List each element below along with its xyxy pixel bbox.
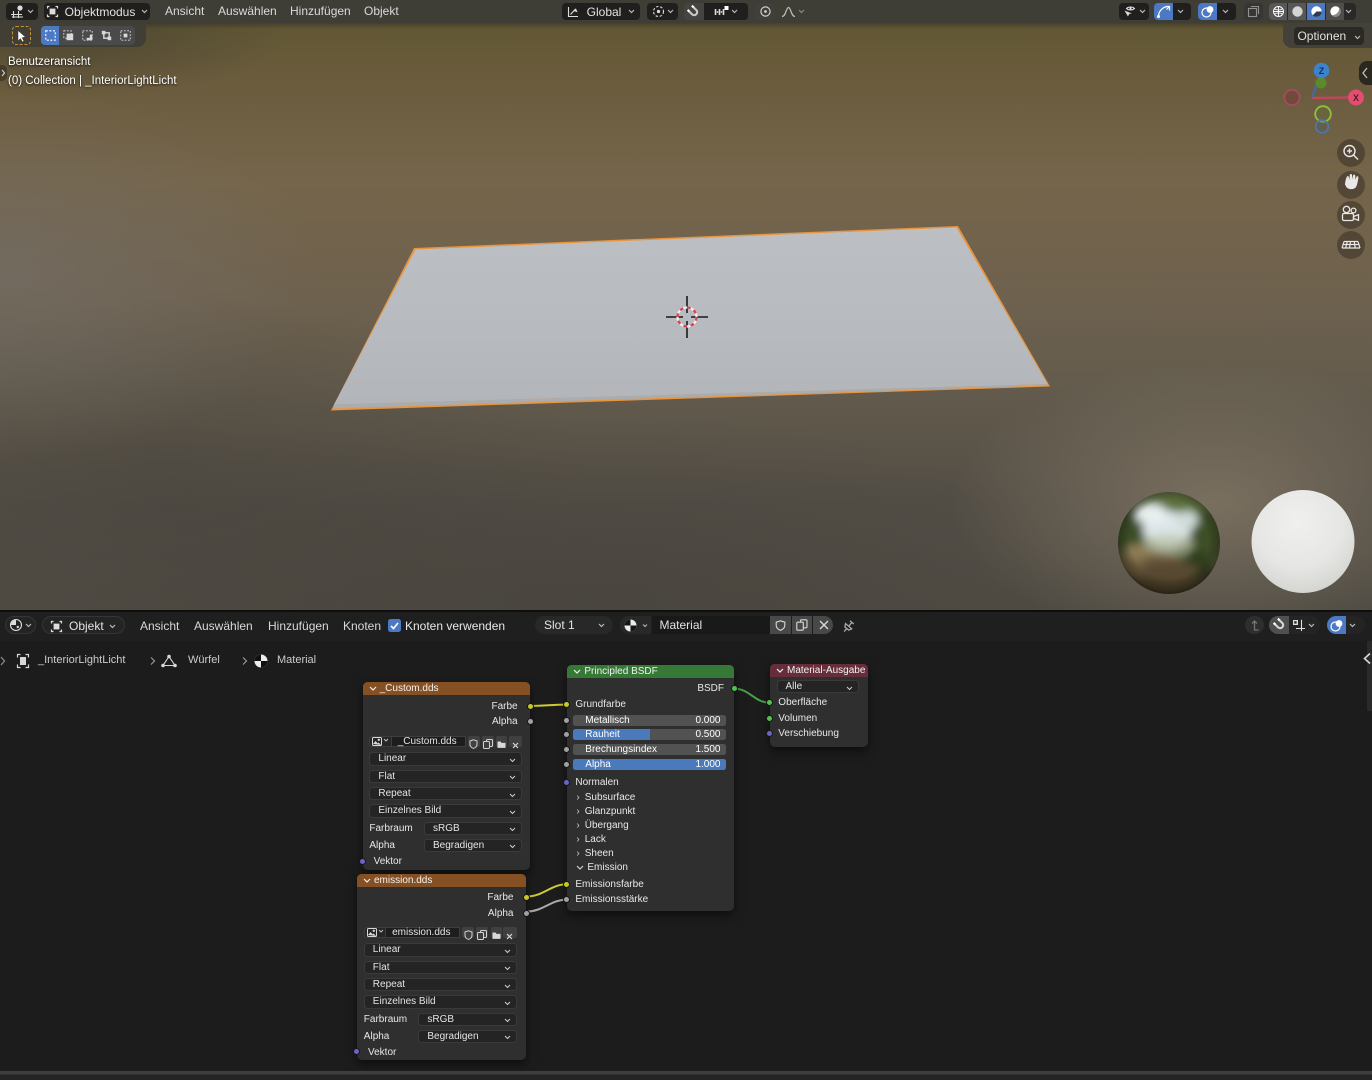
svg-text:Z: Z xyxy=(1319,66,1325,76)
svg-text:X: X xyxy=(1353,93,1359,103)
